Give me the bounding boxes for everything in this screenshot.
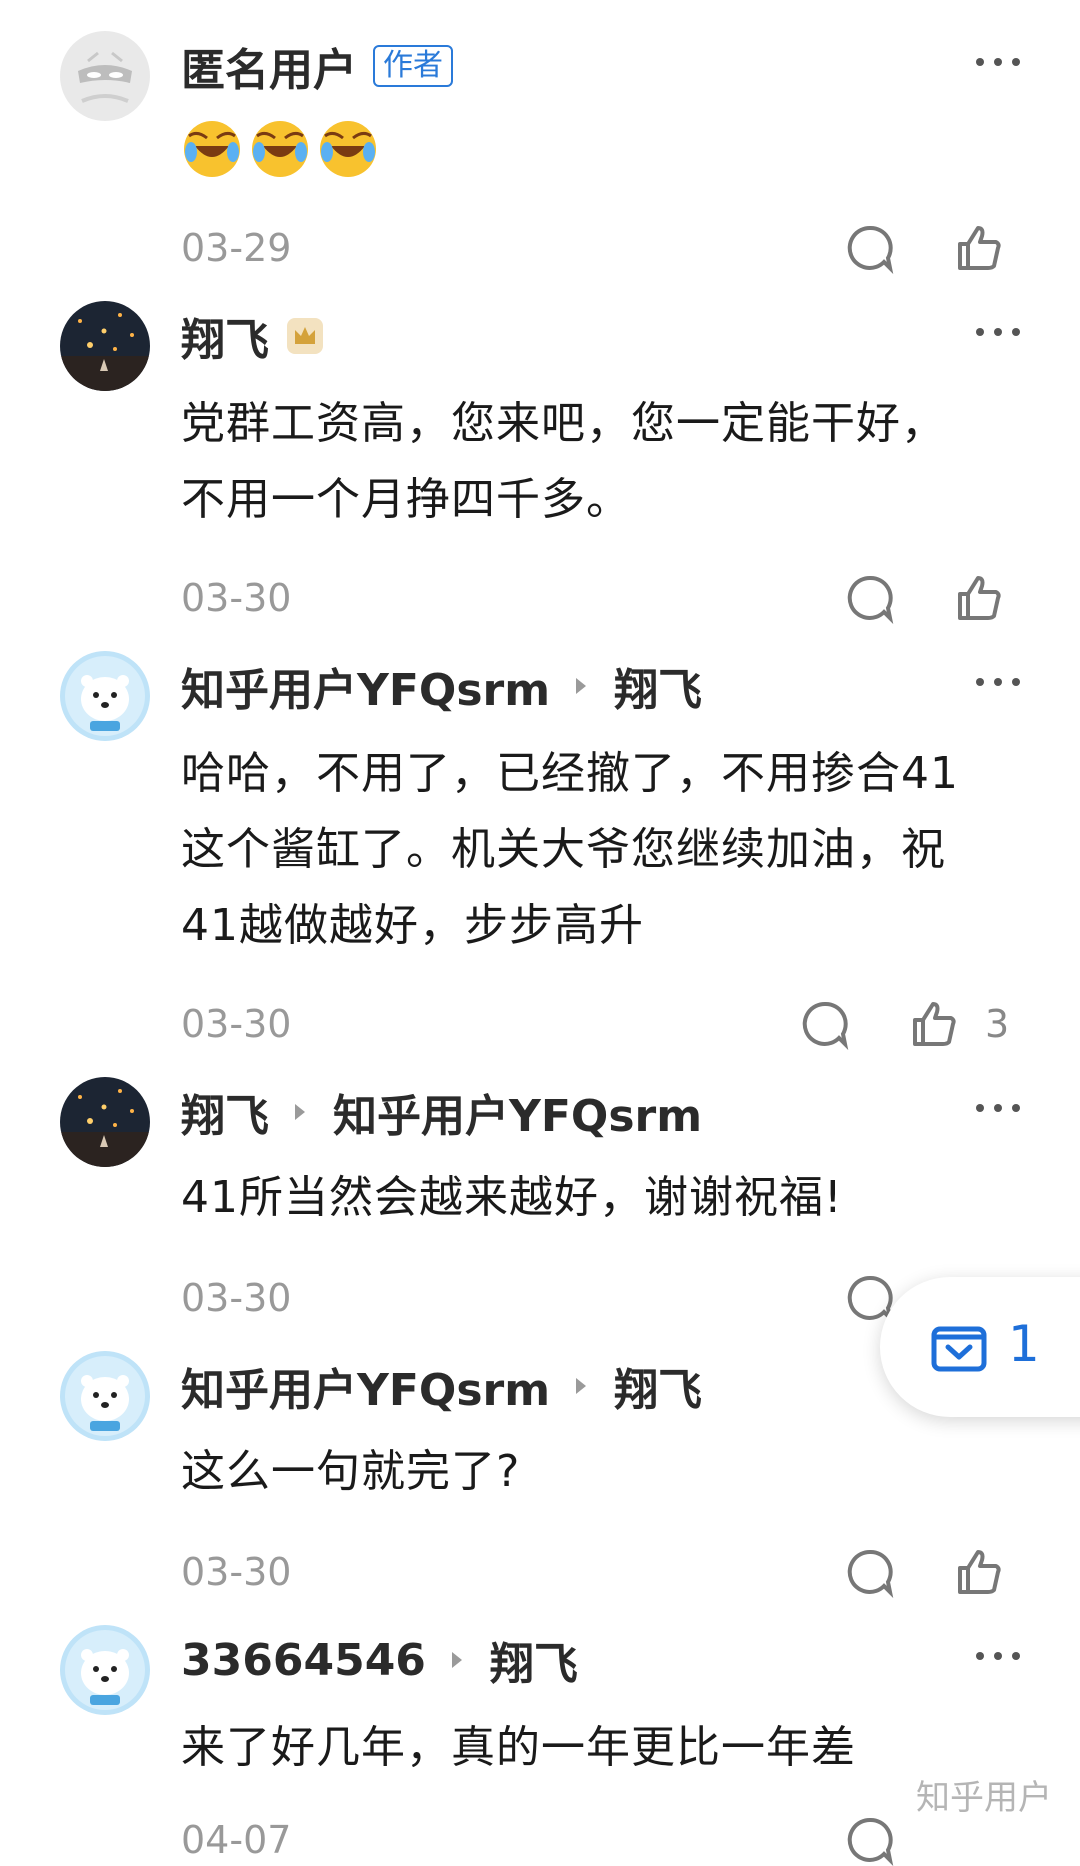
author-badge: 作者 <box>373 45 453 87</box>
comment-date: 03-30 <box>181 1550 292 1594</box>
like-count: 3 <box>985 1002 1010 1046</box>
collapsed-replies-button[interactable]: 1 <box>880 1277 1080 1417</box>
comment-header: 翔飞 知乎用户YFQsrm <box>181 1082 702 1142</box>
username[interactable]: 翔飞 <box>181 304 269 368</box>
comment-date: 03-30 <box>181 1002 292 1046</box>
username[interactable]: 匿名用户 <box>181 34 357 98</box>
reply-icon[interactable] <box>799 998 851 1050</box>
more-options-icon[interactable] <box>976 328 1020 336</box>
reply-icon[interactable] <box>844 1546 896 1598</box>
comment-text: 41所当然会越来越好，谢谢祝福! <box>181 1172 843 1223</box>
reply-icon[interactable] <box>844 572 896 624</box>
collapse-reply-icon <box>931 1326 987 1372</box>
comment-date: 03-30 <box>181 1276 292 1320</box>
user-avatar[interactable] <box>60 651 150 741</box>
reply-arrow-icon <box>295 1104 305 1120</box>
comment-header: 知乎用户YFQsrm 翔飞 <box>181 656 702 716</box>
reply-arrow-icon <box>576 678 587 694</box>
laugh-cry-emoji <box>252 121 308 177</box>
laugh-cry-emoji <box>320 121 376 177</box>
laugh-cry-emoji <box>184 121 240 177</box>
user-avatar[interactable] <box>60 31 150 121</box>
comment-text: 这么一句就完了? <box>181 1446 521 1497</box>
like-icon[interactable] <box>952 222 1004 274</box>
more-options-icon[interactable] <box>976 1652 1020 1660</box>
reply-to-username[interactable]: 知乎用户YFQsrm <box>333 1080 702 1144</box>
more-options-icon[interactable] <box>976 678 1020 686</box>
comment-date: 04-07 <box>181 1818 292 1862</box>
collapsed-count: 1 <box>1008 1315 1040 1373</box>
reply-arrow-icon <box>451 1652 462 1668</box>
like-icon[interactable] <box>952 572 1004 624</box>
reply-arrow-icon <box>576 1378 587 1394</box>
comment-date: 03-29 <box>181 226 292 270</box>
reply-icon[interactable] <box>844 222 896 274</box>
user-avatar[interactable] <box>60 1077 150 1167</box>
reply-icon[interactable] <box>844 1814 896 1866</box>
crown-badge-icon <box>287 318 323 354</box>
reply-to-username[interactable]: 翔飞 <box>614 654 702 718</box>
username[interactable]: 知乎用户YFQsrm <box>181 654 550 718</box>
reply-to-username[interactable]: 翔飞 <box>490 1628 578 1692</box>
user-avatar[interactable] <box>60 1351 150 1441</box>
comment-header: 翔飞 <box>181 306 325 366</box>
user-avatar[interactable] <box>60 301 150 391</box>
comment-date: 03-30 <box>181 576 292 620</box>
more-options-icon[interactable] <box>976 1104 1020 1112</box>
watermark: 知乎用户 <box>916 1778 1052 1818</box>
comment-text: 哈哈，不用了，已经撤了，不用掺合41这个酱缸了。机关大爷您继续加油，祝41越做越… <box>181 748 959 951</box>
reply-to-username[interactable]: 翔飞 <box>614 1354 702 1418</box>
comment-text: 党群工资高，您来吧，您一定能干好，不用一个月挣四千多。 <box>181 398 946 525</box>
username[interactable]: 翔飞 <box>181 1080 269 1144</box>
user-avatar[interactable] <box>60 1625 150 1715</box>
comment-header: 知乎用户YFQsrm 翔飞 <box>181 1356 702 1416</box>
username[interactable]: 33664546 <box>181 1635 426 1686</box>
comment-text: 来了好几年，真的一年更比一年差 <box>181 1722 856 1773</box>
more-options-icon[interactable] <box>976 58 1020 66</box>
comment-header: 匿名用户 作者 <box>181 36 453 96</box>
like-icon[interactable] <box>952 1546 1004 1598</box>
emoji-row <box>181 118 379 180</box>
comment-header: 33664546 翔飞 <box>181 1628 578 1692</box>
like-icon[interactable] <box>907 998 959 1050</box>
username[interactable]: 知乎用户YFQsrm <box>181 1354 550 1418</box>
